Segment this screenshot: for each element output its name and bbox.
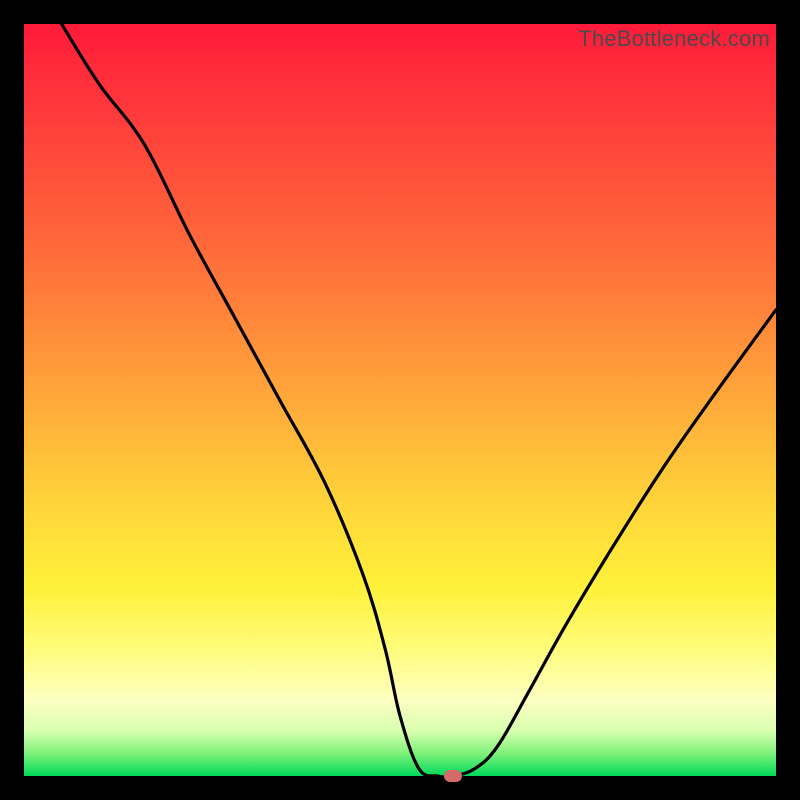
curve-path bbox=[62, 24, 776, 776]
optimum-marker bbox=[444, 770, 462, 782]
chart-frame: TheBottleneck.com bbox=[0, 0, 800, 800]
watermark-text: TheBottleneck.com bbox=[578, 26, 770, 52]
plot-area: TheBottleneck.com bbox=[24, 24, 776, 776]
bottleneck-curve bbox=[24, 24, 776, 776]
